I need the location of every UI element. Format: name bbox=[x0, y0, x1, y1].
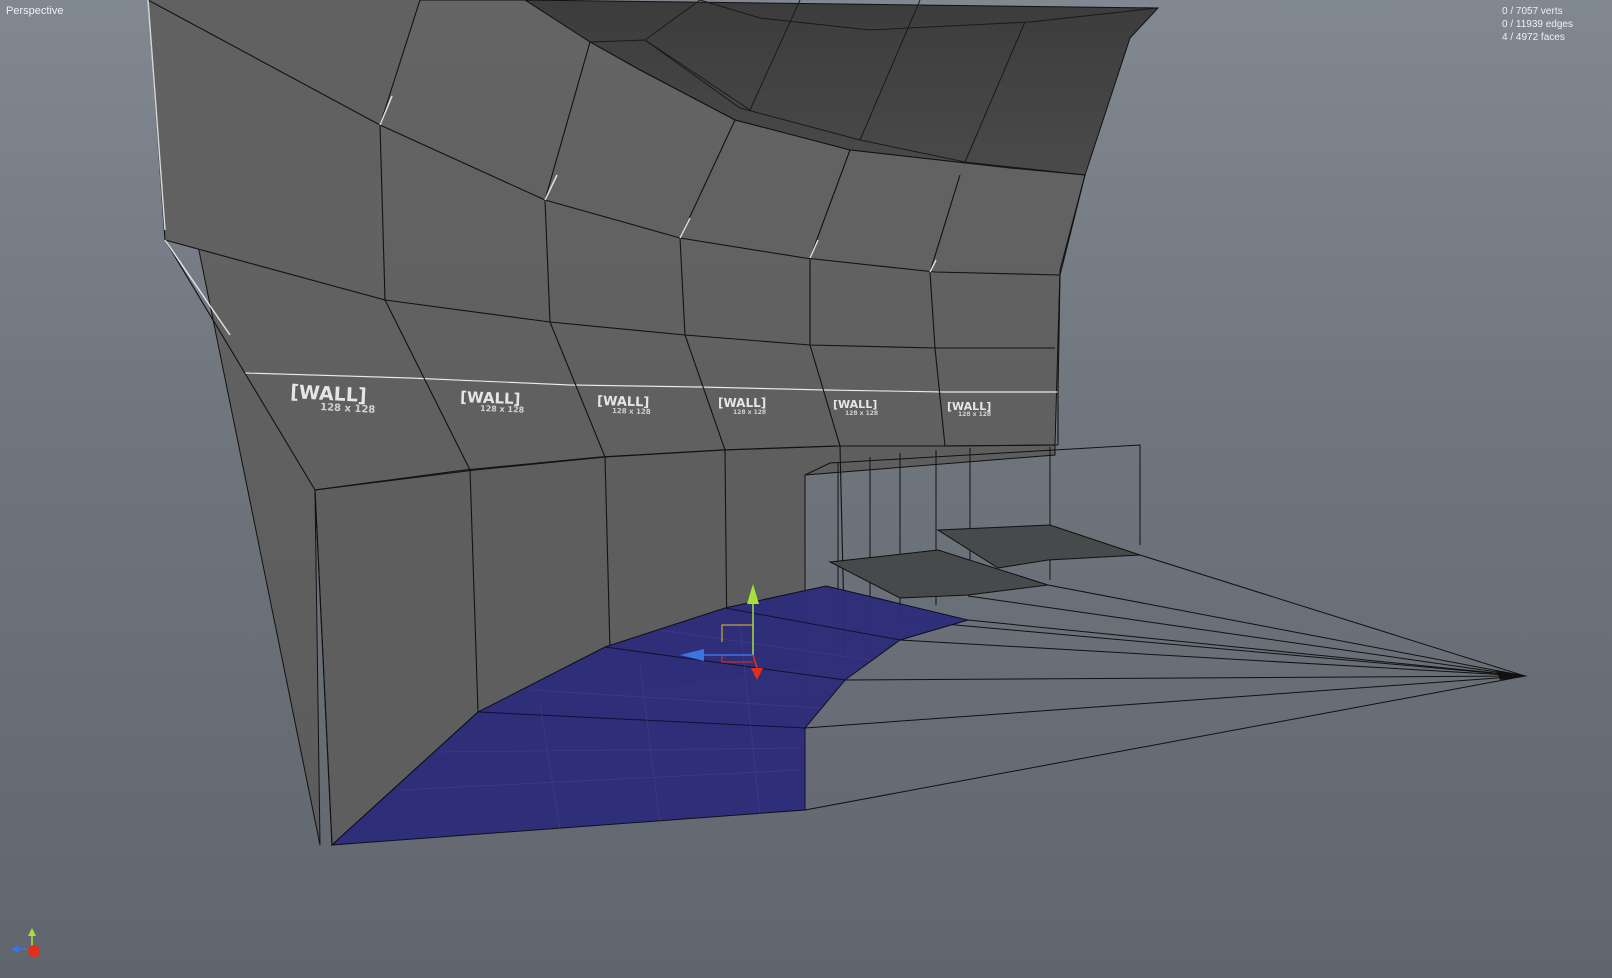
axis-indicator-icon bbox=[11, 928, 40, 957]
wall-texture-size-5: 128 x 128 bbox=[845, 410, 878, 417]
edges-count: 0 / 11939 edges bbox=[1502, 19, 1573, 30]
wall-texture-label-4: [WALL] bbox=[718, 396, 766, 410]
verts-count: 0 / 7057 verts bbox=[1502, 6, 1563, 17]
wall-texture-size-6: 128 x 128 bbox=[958, 411, 991, 418]
viewport-title: Perspective bbox=[6, 5, 64, 17]
selection-stats: 0 / 7057 verts 0 / 11939 edges 4 / 4972 … bbox=[1502, 5, 1573, 44]
faces-count: 4 / 4972 faces bbox=[1502, 32, 1565, 43]
wall-texture-size-2: 128 x 128 bbox=[480, 404, 525, 415]
wall-texture-size-4: 128 x 128 bbox=[733, 409, 766, 416]
3d-viewport[interactable]: [WALL] 128 x 128 [WALL] 128 x 128 [WALL]… bbox=[0, 0, 1612, 978]
wall-texture-size-3: 128 x 128 bbox=[612, 407, 651, 416]
mesh-scene[interactable]: [WALL] 128 x 128 [WALL] 128 x 128 [WALL]… bbox=[0, 0, 1612, 978]
